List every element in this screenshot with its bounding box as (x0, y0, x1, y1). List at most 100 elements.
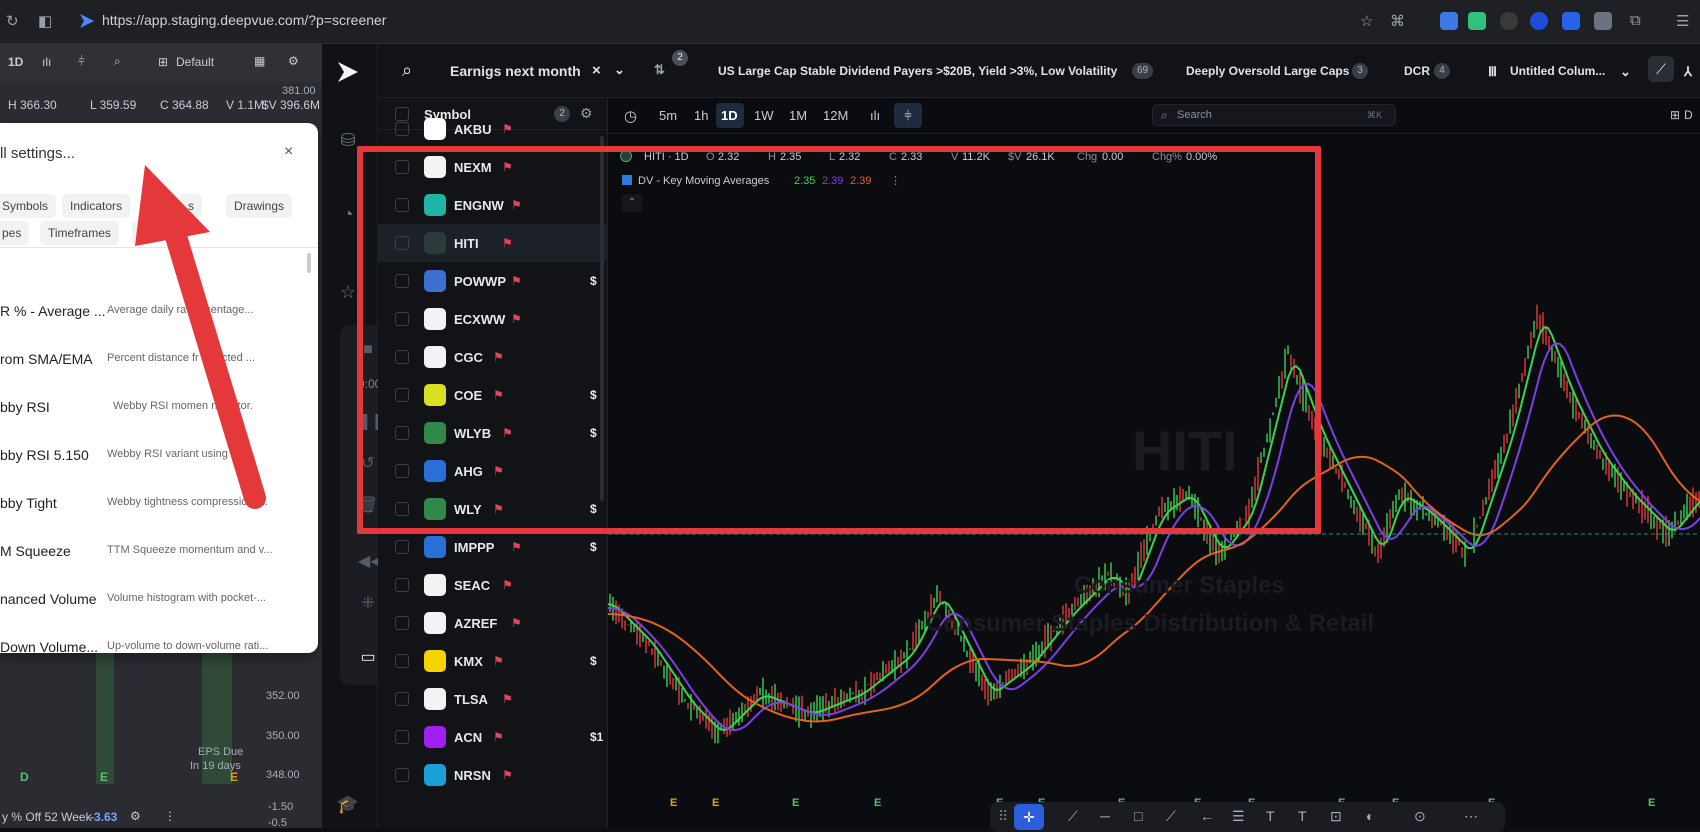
symbol-row[interactable]: HITI ⚑ (378, 224, 608, 262)
layout-label[interactable]: Default (176, 55, 214, 69)
flag-icon[interactable]: ⚑ (493, 730, 504, 744)
flag-icon[interactable]: ⚑ (502, 692, 513, 706)
indicator-result-item[interactable]: bby RSI Webby RSI momen ndicator. (0, 385, 310, 429)
tab-large-cap-dividend[interactable]: US Large Cap Stable Dividend Payers >$20… (718, 64, 1117, 78)
flag-icon[interactable]: ⚑ (502, 122, 513, 136)
bar-chart-icon[interactable]: ılı (870, 108, 880, 123)
address-bar[interactable]: https://app.staging.deepvue.com/?p=scree… (102, 12, 386, 28)
row-checkbox[interactable] (395, 464, 409, 478)
row-checkbox[interactable] (395, 198, 409, 212)
row-checkbox[interactable] (395, 768, 409, 782)
database-icon[interactable]: ⛁ (336, 130, 360, 154)
timeframe-12m[interactable]: 12M (823, 108, 848, 123)
scrollbar[interactable] (307, 253, 311, 273)
gear-icon[interactable]: ⚙ (130, 809, 141, 823)
symbol-row[interactable]: TLSA ⚑ (378, 680, 608, 718)
tab-templates[interactable]: s (180, 194, 202, 218)
menu-icon[interactable]: ☰ (1676, 12, 1689, 30)
timeframe-1d[interactable]: 1D (721, 108, 738, 123)
row-checkbox[interactable] (395, 350, 409, 364)
symbol-row[interactable]: AHG ⚑ (378, 452, 608, 490)
columns-icon[interactable]: Ⅲ (1488, 64, 1497, 80)
calendar-icon[interactable]: ▦ (254, 54, 265, 68)
symbol-row[interactable]: ENGNW ⚑ (378, 186, 608, 224)
star-icon[interactable]: ☆ (336, 282, 360, 306)
pause-icon[interactable]: ❚❚ (358, 411, 385, 431)
indicator-result-item[interactable]: R % - Average ... Average daily ra perce… (0, 289, 310, 333)
extension-icon[interactable] (1562, 12, 1580, 30)
chart-view-icon[interactable]: ⟋ (1648, 56, 1674, 82)
bookmark-star-icon[interactable]: ☆ (1360, 12, 1373, 30)
row-checkbox[interactable] (395, 426, 409, 440)
indicator-result-item[interactable]: rom SMA/EMA Percent distance fr selected… (0, 337, 310, 381)
tab-types[interactable]: pes (0, 221, 30, 245)
callout-icon[interactable]: ⊡ (1330, 808, 1342, 825)
flag-icon[interactable]: ⚑ (493, 388, 504, 402)
row-checkbox[interactable] (395, 502, 409, 516)
extension-icon[interactable] (1468, 12, 1486, 30)
more-vertical-icon[interactable]: ⋮ (164, 809, 176, 823)
more-icon[interactable]: ⋯ (1464, 808, 1478, 825)
flag-icon[interactable]: ⚑ (511, 540, 522, 554)
columns-selector[interactable]: Untitled Colum... (1510, 64, 1605, 78)
text-note-icon[interactable]: T (1298, 808, 1307, 824)
more-vertical-icon[interactable]: ⋮ (890, 174, 901, 187)
tab-drawings[interactable]: Drawings (226, 194, 293, 218)
symbol-row[interactable]: AKBU ⚑ (378, 110, 608, 148)
graduation-cap-icon[interactable]: 🎓 (336, 794, 360, 818)
ray-icon[interactable]: ⟋ (1166, 808, 1176, 825)
row-checkbox[interactable] (395, 692, 409, 706)
people-icon[interactable]: ⅄ (1684, 64, 1692, 80)
row-checkbox[interactable] (395, 616, 409, 630)
tab-dcr[interactable]: DCR (1404, 64, 1430, 78)
share-icon[interactable]: ⌘ (1390, 12, 1405, 30)
indicator-result-item[interactable]: bby Tight Webby tightness compression i.… (0, 481, 310, 525)
timeframe-label[interactable]: 1D (8, 55, 23, 69)
settings-search-input[interactable]: ll settings... (0, 145, 75, 162)
fib-icon[interactable]: ☰ (1232, 808, 1245, 825)
arrow-left-icon[interactable]: ← (1200, 808, 1214, 824)
indicator-result-item[interactable]: nanced Volume Volume histogram with pock… (0, 577, 310, 621)
flag-icon[interactable]: ⚑ (502, 768, 513, 782)
symbol-row[interactable]: CGC ⚑ (378, 338, 608, 376)
extension-icon[interactable] (1530, 12, 1548, 30)
flag-icon[interactable]: ⚑ (493, 654, 504, 668)
grammarly-icon[interactable] (1500, 12, 1518, 30)
candles-icon[interactable]: ⫩ (894, 103, 922, 128)
extension-icon[interactable] (1440, 12, 1458, 30)
symbol-row[interactable]: AZREF ⚑ (378, 604, 608, 642)
row-checkbox[interactable] (395, 160, 409, 174)
active-screen-name[interactable]: Earnigs next month (450, 63, 581, 79)
timeframe-1w[interactable]: 1W (754, 108, 774, 123)
row-checkbox[interactable] (395, 274, 409, 288)
row-checkbox[interactable] (395, 388, 409, 402)
reload-icon[interactable]: ↻ (6, 12, 19, 30)
text-icon[interactable]: T (1266, 808, 1275, 824)
trash-icon[interactable]: 🗑 (358, 495, 378, 515)
symbol-row[interactable]: ACN ⚑ $1 (378, 718, 608, 756)
row-checkbox[interactable] (395, 236, 409, 250)
extensions-puzzle-icon[interactable]: ⧉ (1630, 12, 1641, 29)
symbol-row[interactable]: NEXM ⚑ (378, 148, 608, 186)
row-checkbox[interactable] (395, 654, 409, 668)
symbol-row[interactable]: ECXWW ⚑ (378, 300, 608, 338)
symbol-row[interactable]: KMX ⚑ $ (378, 642, 608, 680)
symbol-row[interactable]: POWWP ⚑ $ (378, 262, 608, 300)
clock-icon[interactable]: ◷ (624, 107, 637, 125)
indicator-result-item[interactable]: Down Volume... Up-volume to down-volume … (0, 625, 310, 653)
indicator-result-item[interactable]: M Squeeze TTM Squeeze momentum and v... (0, 529, 310, 573)
flag-icon[interactable]: ⚑ (502, 578, 513, 592)
screener-icon[interactable]: ◔ (336, 204, 360, 228)
flag-icon[interactable]: ⚑ (511, 312, 522, 326)
chevron-down-icon[interactable]: ⌄ (614, 62, 625, 78)
row-checkbox[interactable] (395, 540, 409, 554)
symbol-row[interactable]: COE ⚑ $ (378, 376, 608, 414)
symbol-row[interactable]: NRSN ⚑ (378, 756, 608, 794)
timeframe-1h[interactable]: 1h (694, 108, 708, 123)
collapse-chevron-icon[interactable]: ⌃ (622, 194, 642, 212)
flag-icon[interactable]: ⚑ (493, 464, 504, 478)
tab-timeframes[interactable]: Timeframes (40, 221, 119, 245)
scrollbar[interactable] (600, 136, 604, 501)
filter-icon[interactable]: ⇅ (654, 62, 665, 78)
camera-icon[interactable]: ▭ (358, 647, 378, 667)
